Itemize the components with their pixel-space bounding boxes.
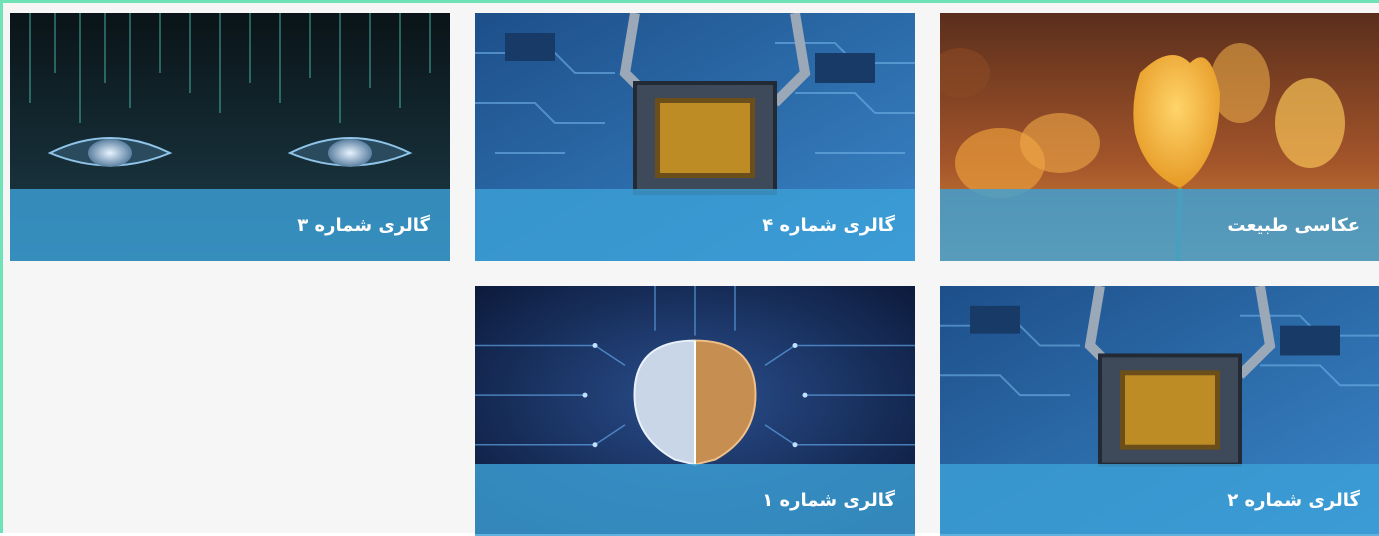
card-caption: گالری شماره ۱: [475, 464, 915, 536]
card-title[interactable]: گالری شماره ۲: [1227, 490, 1360, 511]
card-caption: گالری شماره ۴: [475, 189, 915, 261]
card-caption: عکاسی طبیعت: [940, 189, 1379, 261]
gallery-grid: عکاسی طبیعت گالری شماره ۴ گالری شماره ۳ …: [10, 13, 1379, 536]
card-caption: گالری شماره ۳: [10, 189, 450, 261]
gallery-card-4[interactable]: گالری شماره ۴: [475, 13, 915, 261]
card-caption: گالری شماره ۲: [940, 464, 1379, 536]
card-title[interactable]: عکاسی طبیعت: [1227, 215, 1360, 236]
gallery-card-3[interactable]: گالری شماره ۳: [10, 13, 450, 261]
card-title[interactable]: گالری شماره ۴: [762, 215, 895, 236]
gallery-card-2[interactable]: گالری شماره ۲: [940, 286, 1379, 536]
gallery-card-1[interactable]: گالری شماره ۱: [475, 286, 915, 536]
gallery-card-nature[interactable]: عکاسی طبیعت: [940, 13, 1379, 261]
card-title[interactable]: گالری شماره ۳: [297, 215, 430, 236]
gallery-frame: عکاسی طبیعت گالری شماره ۴ گالری شماره ۳ …: [0, 0, 1379, 536]
card-title[interactable]: گالری شماره ۱: [762, 490, 895, 511]
